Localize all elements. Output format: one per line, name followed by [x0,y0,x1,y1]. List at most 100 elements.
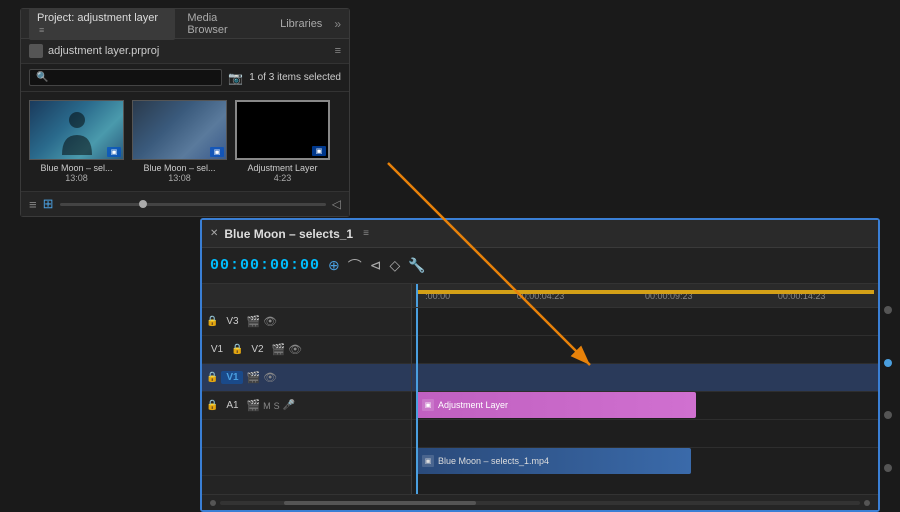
v3-content [412,308,878,336]
track-row-v1: 🔒 V1 🎬 👁 [202,364,411,392]
slip-tool[interactable]: ⊲ [370,257,382,274]
timeline-scrollbar [202,494,878,510]
clip-icon-video: ▣ [422,455,434,467]
track-name-v1-outer: V1 [206,344,228,355]
timeline-controls: 00:00:00:00 ⊕ ⌒ ⊲ ◇ 🔧 [202,248,878,284]
v1-video-content: ▣ Blue Moon – selects_1.mp4 [412,392,878,420]
track-name-v1: V1 [221,371,243,384]
film-icon-a1: 🎬 [246,399,260,412]
track-name-a1: A1 [221,400,243,411]
wrench-tool[interactable]: 🔧 [408,257,425,274]
lock-icon-v1[interactable]: 🔒 [206,372,218,383]
track-empty-row-1 [202,420,411,448]
tab-libraries-label: Libraries [280,18,322,30]
thumbnail-box-3: ▣ [235,100,330,160]
scroll-track[interactable] [220,501,860,505]
thumbnail-box-2: ▣ [132,100,227,160]
tab-libraries[interactable]: Libraries [272,14,330,34]
thumbnail-item-3[interactable]: ▣ Adjustment Layer 4:23 [235,100,330,183]
timeline-panel: ✕ Blue Moon – selects_1 ≡ 00:00:00:00 ⊕ … [200,218,880,512]
search-input[interactable] [48,72,215,83]
panel-tabs: Project: adjustment layer ≡ Media Browse… [21,9,349,39]
project-file-icon [29,44,43,58]
timeline-close-button[interactable]: ✕ [210,228,218,239]
track-name-v2: V2 [246,344,268,355]
project-header: adjustment layer.prproj ≡ [21,39,349,64]
thumb-duration-1: 13:08 [65,173,88,183]
lock-icon-v2[interactable]: 🔒 [231,344,243,355]
timeline-menu-icon[interactable]: ≡ [363,228,369,239]
thumb-duration-3: 4:23 [274,173,292,183]
timeline-body: 🔒 V3 🎬 👁 V1 🔒 V2 🎬 👁 🔒 V1 🎬 👁 [202,284,878,494]
lock-icon-v3[interactable]: 🔒 [206,316,218,327]
film-icon-v3: 🎬 [246,315,260,328]
scroll-right-dot[interactable] [864,500,870,506]
scroll-left-dot[interactable] [210,500,216,506]
slider-thumb [139,200,147,208]
panel-more-button[interactable]: » [334,17,341,31]
right-dot-4 [884,464,892,472]
razor-tool[interactable]: ⌒ [348,256,362,276]
person-silhouette-1 [52,105,102,155]
tab-media-browser-label: Media Browser [187,12,227,36]
items-selected-label: 1 of 3 items selected [249,72,341,83]
thumb-badge-2: ▣ [210,147,224,157]
tab-project-label: Project: adjustment layer [37,12,158,24]
film-icon-v1: 🎬 [246,371,260,384]
thumb-label-1: Blue Moon – sel... [29,163,124,173]
eye-icon-v1[interactable]: 👁 [263,371,277,384]
tab-media-browser[interactable]: Media Browser [179,8,268,40]
project-panel: Project: adjustment layer ≡ Media Browse… [20,8,350,217]
eye-icon-v3[interactable]: 👁 [263,315,277,328]
ruler-row: :00:00 00:00:04:23 00:00:09:23 00:00:14:… [412,284,878,308]
timecode-display: 00:00:00:00 [210,257,320,274]
track-row-v2-v1: V1 🔒 V2 🎬 👁 [202,336,411,364]
thumbnails-area: ▣ Blue Moon – sel... 13:08 ▣ Blue Moon –… [21,92,349,191]
ruler-label-spacer [202,284,411,308]
expand-icon[interactable]: ◁ [332,197,341,211]
right-dots [884,284,892,494]
thumbnail-item-2[interactable]: ▣ Blue Moon – sel... 13:08 [132,100,227,183]
panel-footer: ≡ ⊞ ◁ [21,191,349,216]
right-dot-3 [884,411,892,419]
playhead[interactable] [416,284,418,307]
ruler-timecodes: :00:00 00:00:04:23 00:00:09:23 00:00:14:… [416,284,874,307]
clips-area: ▣ Adjustment Layer ▣ Blue Moon – selects… [412,308,878,494]
scroll-thumb[interactable] [284,501,476,505]
work-area-bar[interactable] [416,290,874,294]
list-view-icon[interactable]: ≡ [29,197,37,212]
size-slider[interactable] [60,203,326,206]
thumbnail-box-1: ▣ [29,100,124,160]
playhead-clips [416,308,418,494]
track-row-v3: 🔒 V3 🎬 👁 [202,308,411,336]
project-menu-icon[interactable]: ≡ [335,45,341,57]
shape-tool[interactable]: ◇ [390,257,401,274]
timeline-title: Blue Moon – selects_1 [224,227,353,241]
thumb-badge-3: ▣ [312,146,326,156]
track-name-v3: V3 [221,316,243,327]
eye-icon-v2[interactable]: 👁 [288,343,302,356]
thumb-badge-1: ▣ [107,147,121,157]
mute-label[interactable]: M [263,401,271,411]
thumb-duration-2: 13:08 [168,173,191,183]
thumbnail-item-1[interactable]: ▣ Blue Moon – sel... 13:08 [29,100,124,183]
search-icon: 🔍 [36,72,48,83]
track-row-a1: 🔒 A1 🎬 M S 🎤 [202,392,411,420]
tab-project[interactable]: Project: adjustment layer ≡ [29,8,175,40]
grid-view-icon[interactable]: ⊞ [43,196,54,212]
solo-label[interactable]: S [274,401,280,411]
right-dot-1 [884,306,892,314]
camera-icon: 📷 [228,71,243,85]
thumb-label-3: Adjustment Layer [235,163,330,173]
video-clip[interactable]: ▣ Blue Moon – selects_1.mp4 [416,448,691,474]
lock-icon-a1[interactable]: 🔒 [206,400,218,411]
tab-project-icon: ≡ [39,25,44,35]
ripple-tool[interactable]: ⊕ [328,257,340,274]
a1-content [412,420,878,448]
v2-content [412,336,878,364]
thumb-label-2: Blue Moon – sel... [132,163,227,173]
track-empty-row-2 [202,448,411,476]
mic-icon[interactable]: 🎤 [283,400,295,411]
search-input-wrap: 🔍 [29,69,222,86]
track-ruler: :00:00 00:00:04:23 00:00:09:23 00:00:14:… [412,284,878,494]
